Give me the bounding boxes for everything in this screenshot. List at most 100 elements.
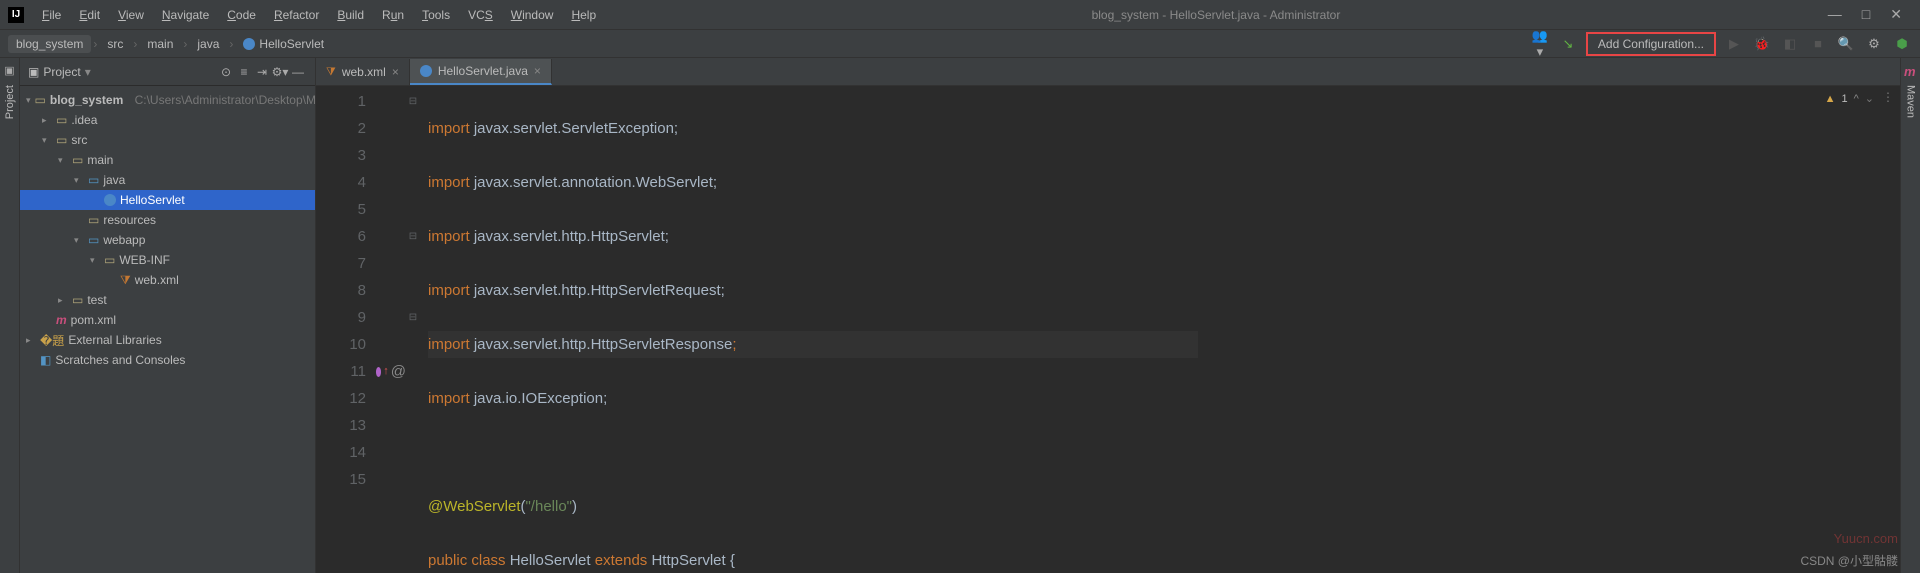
line-number: 15: [316, 466, 366, 493]
tree-label: test: [87, 293, 106, 307]
tree-external[interactable]: ▸�題External Libraries: [20, 330, 315, 350]
breadcrumb-root[interactable]: blog_system: [8, 35, 91, 53]
project-tool-label[interactable]: Project: [4, 85, 16, 119]
more-icon[interactable]: ⋮: [1882, 90, 1894, 104]
navbar: blog_system › src › main › java › HelloS…: [0, 30, 1920, 58]
menu-run[interactable]: Run: [374, 4, 412, 26]
tree-label: .idea: [71, 113, 97, 127]
collapse-all-icon[interactable]: ⇥: [253, 65, 271, 79]
debug-icon[interactable]: 🐞: [1752, 36, 1772, 52]
menu-file[interactable]: File: [34, 4, 69, 26]
breadcrumb-java[interactable]: java: [189, 35, 227, 53]
code-editor[interactable]: 1 2 3 4 5 6 7 8 9 10 11 12 13 14 15 ↑@: [316, 86, 1900, 573]
code-token: javax.servlet.annotation.WebServlet;: [474, 174, 717, 191]
tree-src[interactable]: ▾▭src: [20, 130, 315, 150]
chevron-down-icon: ⌄: [1865, 92, 1874, 105]
window-controls: — □ ✕: [1828, 6, 1912, 23]
code-token: public class: [428, 552, 510, 569]
warning-count: 1: [1841, 93, 1847, 105]
tree-webinf[interactable]: ▾▭WEB-INF: [20, 250, 315, 270]
xml-icon: ⧩: [326, 66, 336, 79]
tree-pom[interactable]: mpom.xml: [20, 310, 315, 330]
select-opened-icon[interactable]: ⊙: [217, 65, 235, 79]
menu-edit[interactable]: Edit: [71, 4, 108, 26]
tree-label: HelloServlet: [120, 193, 185, 207]
stop-icon[interactable]: ■: [1808, 36, 1828, 51]
close-button[interactable]: ✕: [1890, 6, 1902, 23]
tree-java[interactable]: ▾▭java: [20, 170, 315, 190]
line-gutter: 1 2 3 4 5 6 7 8 9 10 11 12 13 14 15: [316, 86, 376, 573]
chevron-right-icon: ›: [133, 37, 137, 51]
folder-icon: ▭: [72, 293, 83, 307]
search-icon[interactable]: 🔍: [1836, 36, 1856, 52]
project-tool-icon[interactable]: ▣: [4, 64, 14, 77]
implements-icon[interactable]: ↑: [383, 358, 389, 385]
menu-refactor[interactable]: Refactor: [266, 4, 327, 26]
folder-icon: ▭: [56, 113, 67, 127]
settings-icon[interactable]: ⚙: [1864, 36, 1884, 52]
menu-tools[interactable]: Tools: [414, 4, 458, 26]
menu-window[interactable]: Window: [503, 4, 562, 26]
tree-main[interactable]: ▾▭main: [20, 150, 315, 170]
menu-build[interactable]: Build: [329, 4, 372, 26]
close-icon[interactable]: ×: [534, 64, 541, 78]
tree-root-label: blog_system: [50, 93, 123, 107]
tree-webxml[interactable]: ⧩web.xml: [20, 270, 315, 290]
code-content[interactable]: import javax.servlet.ServletException; i…: [420, 86, 1198, 573]
project-title[interactable]: ▣ Project ▾: [28, 65, 217, 79]
right-stripe: m Maven: [1900, 58, 1920, 573]
shield-icon[interactable]: ⬢: [1892, 36, 1912, 52]
users-icon[interactable]: 👥▾: [1530, 28, 1550, 60]
line-number: 6: [316, 223, 366, 250]
maximize-button[interactable]: □: [1862, 6, 1870, 23]
menu-navigate[interactable]: Navigate: [154, 4, 217, 26]
warning-icon: ▲: [1825, 93, 1836, 105]
hammer-icon[interactable]: ↘: [1558, 36, 1578, 52]
run-icon[interactable]: ▶: [1724, 36, 1744, 52]
menu-vcs[interactable]: VCS: [460, 4, 501, 26]
override-icon[interactable]: [376, 367, 381, 377]
code-token: javax.servlet.ServletException;: [474, 120, 678, 137]
main-menu: File Edit View Navigate Code Refactor Bu…: [34, 4, 604, 26]
breadcrumb-file[interactable]: HelloServlet: [235, 35, 332, 53]
tab-webxml[interactable]: ⧩web.xml×: [316, 59, 410, 85]
expand-all-icon[interactable]: ≡: [235, 65, 253, 79]
left-stripe: ▣ Project: [0, 58, 20, 573]
tree-resources[interactable]: ▭resources: [20, 210, 315, 230]
folder-icon: ▭: [56, 133, 67, 147]
breadcrumb-main[interactable]: main: [139, 35, 181, 53]
coverage-icon[interactable]: ◧: [1780, 36, 1800, 52]
tree-scratches[interactable]: ◧Scratches and Consoles: [20, 350, 315, 370]
tree-label: src: [71, 133, 87, 147]
add-configuration-button[interactable]: Add Configuration...: [1586, 32, 1716, 56]
gutter-icons: ↑@: [376, 86, 406, 573]
minimize-button[interactable]: —: [1828, 6, 1842, 23]
fold-marker[interactable]: ⊟: [406, 88, 420, 115]
navbar-right: 👥▾ ↘ Add Configuration... ▶ 🐞 ◧ ■ 🔍 ⚙ ⬢: [1530, 28, 1912, 60]
tree-test[interactable]: ▸▭test: [20, 290, 315, 310]
fold-marker[interactable]: ⊟: [406, 304, 420, 331]
inspection-widget[interactable]: ▲1 ^ ⌄: [1825, 92, 1874, 105]
breadcrumb-src[interactable]: src: [99, 35, 131, 53]
tree-helloservlet[interactable]: HelloServlet: [20, 190, 315, 210]
editor-tabs: ⧩web.xml× HelloServlet.java×: [316, 58, 1900, 86]
class-icon: [420, 65, 432, 77]
close-icon[interactable]: ×: [392, 65, 399, 79]
tree-label: External Libraries: [68, 333, 161, 347]
code-token: @WebServlet: [428, 498, 520, 515]
menu-help[interactable]: Help: [563, 4, 604, 26]
tree-root[interactable]: ▾▭blog_system C:\Users\Administrator\Des…: [20, 90, 315, 110]
fold-marker[interactable]: ⊟: [406, 223, 420, 250]
hide-icon[interactable]: —: [289, 65, 307, 79]
menu-view[interactable]: View: [110, 4, 152, 26]
maven-tool-icon[interactable]: m: [1904, 64, 1917, 77]
tree-idea[interactable]: ▸▭.idea: [20, 110, 315, 130]
menu-code[interactable]: Code: [219, 4, 264, 26]
maven-tool-label[interactable]: Maven: [1905, 85, 1917, 118]
gear-icon[interactable]: ⚙▾: [271, 65, 289, 79]
resources-folder-icon: ▭: [88, 213, 99, 227]
tree-webapp[interactable]: ▾▭webapp: [20, 230, 315, 250]
tree-label: pom.xml: [71, 313, 116, 327]
annotation-icon: @: [391, 358, 406, 385]
tab-helloservlet[interactable]: HelloServlet.java×: [410, 59, 552, 85]
